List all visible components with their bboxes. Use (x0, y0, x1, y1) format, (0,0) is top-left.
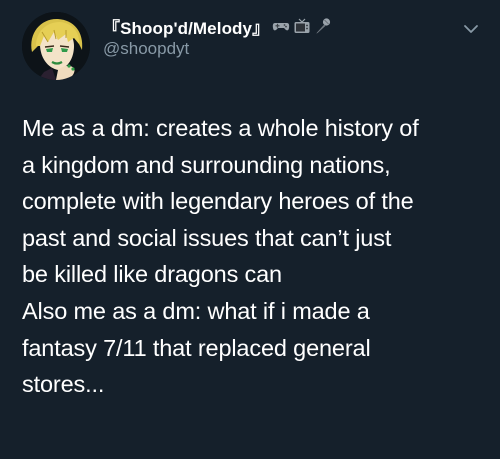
avatar[interactable] (22, 12, 90, 80)
tweet-text: Me as a dm: creates a whole history of a… (22, 110, 487, 403)
tweet-text-line: past and social issues that can’t just (22, 224, 392, 251)
tweet-text-line: be killed like dragons can (22, 261, 282, 288)
tweet-header: 『Shoop'd/Melody』 @shoopdyt (103, 15, 460, 59)
tweet-text-line: complete with legendary heroes of the (22, 188, 414, 215)
tweet-text-line: fantasy 7/11 that replaced general (22, 334, 371, 361)
tweet-text-line: stores... (22, 371, 105, 398)
username-handle[interactable]: @shoopdyt (103, 39, 460, 59)
tweet-card: 『Shoop'd/Melody』 @shoopdyt Me as a dm: c… (0, 0, 500, 459)
display-name[interactable]: 『Shoop'd/Melody』 (103, 14, 269, 39)
name-row: 『Shoop'd/Melody』 (103, 14, 460, 39)
television-icon (293, 17, 311, 35)
chevron-down-icon[interactable] (462, 22, 480, 36)
tweet-text-line: Also me as a dm: what if i made a (22, 297, 370, 324)
video-game-controller-icon (272, 17, 290, 35)
tweet-text-line: Me as a dm: creates a whole history of (22, 115, 419, 141)
tweet-text-line: a kingdom and surrounding nations, (22, 151, 391, 178)
microphone-icon (314, 17, 332, 35)
